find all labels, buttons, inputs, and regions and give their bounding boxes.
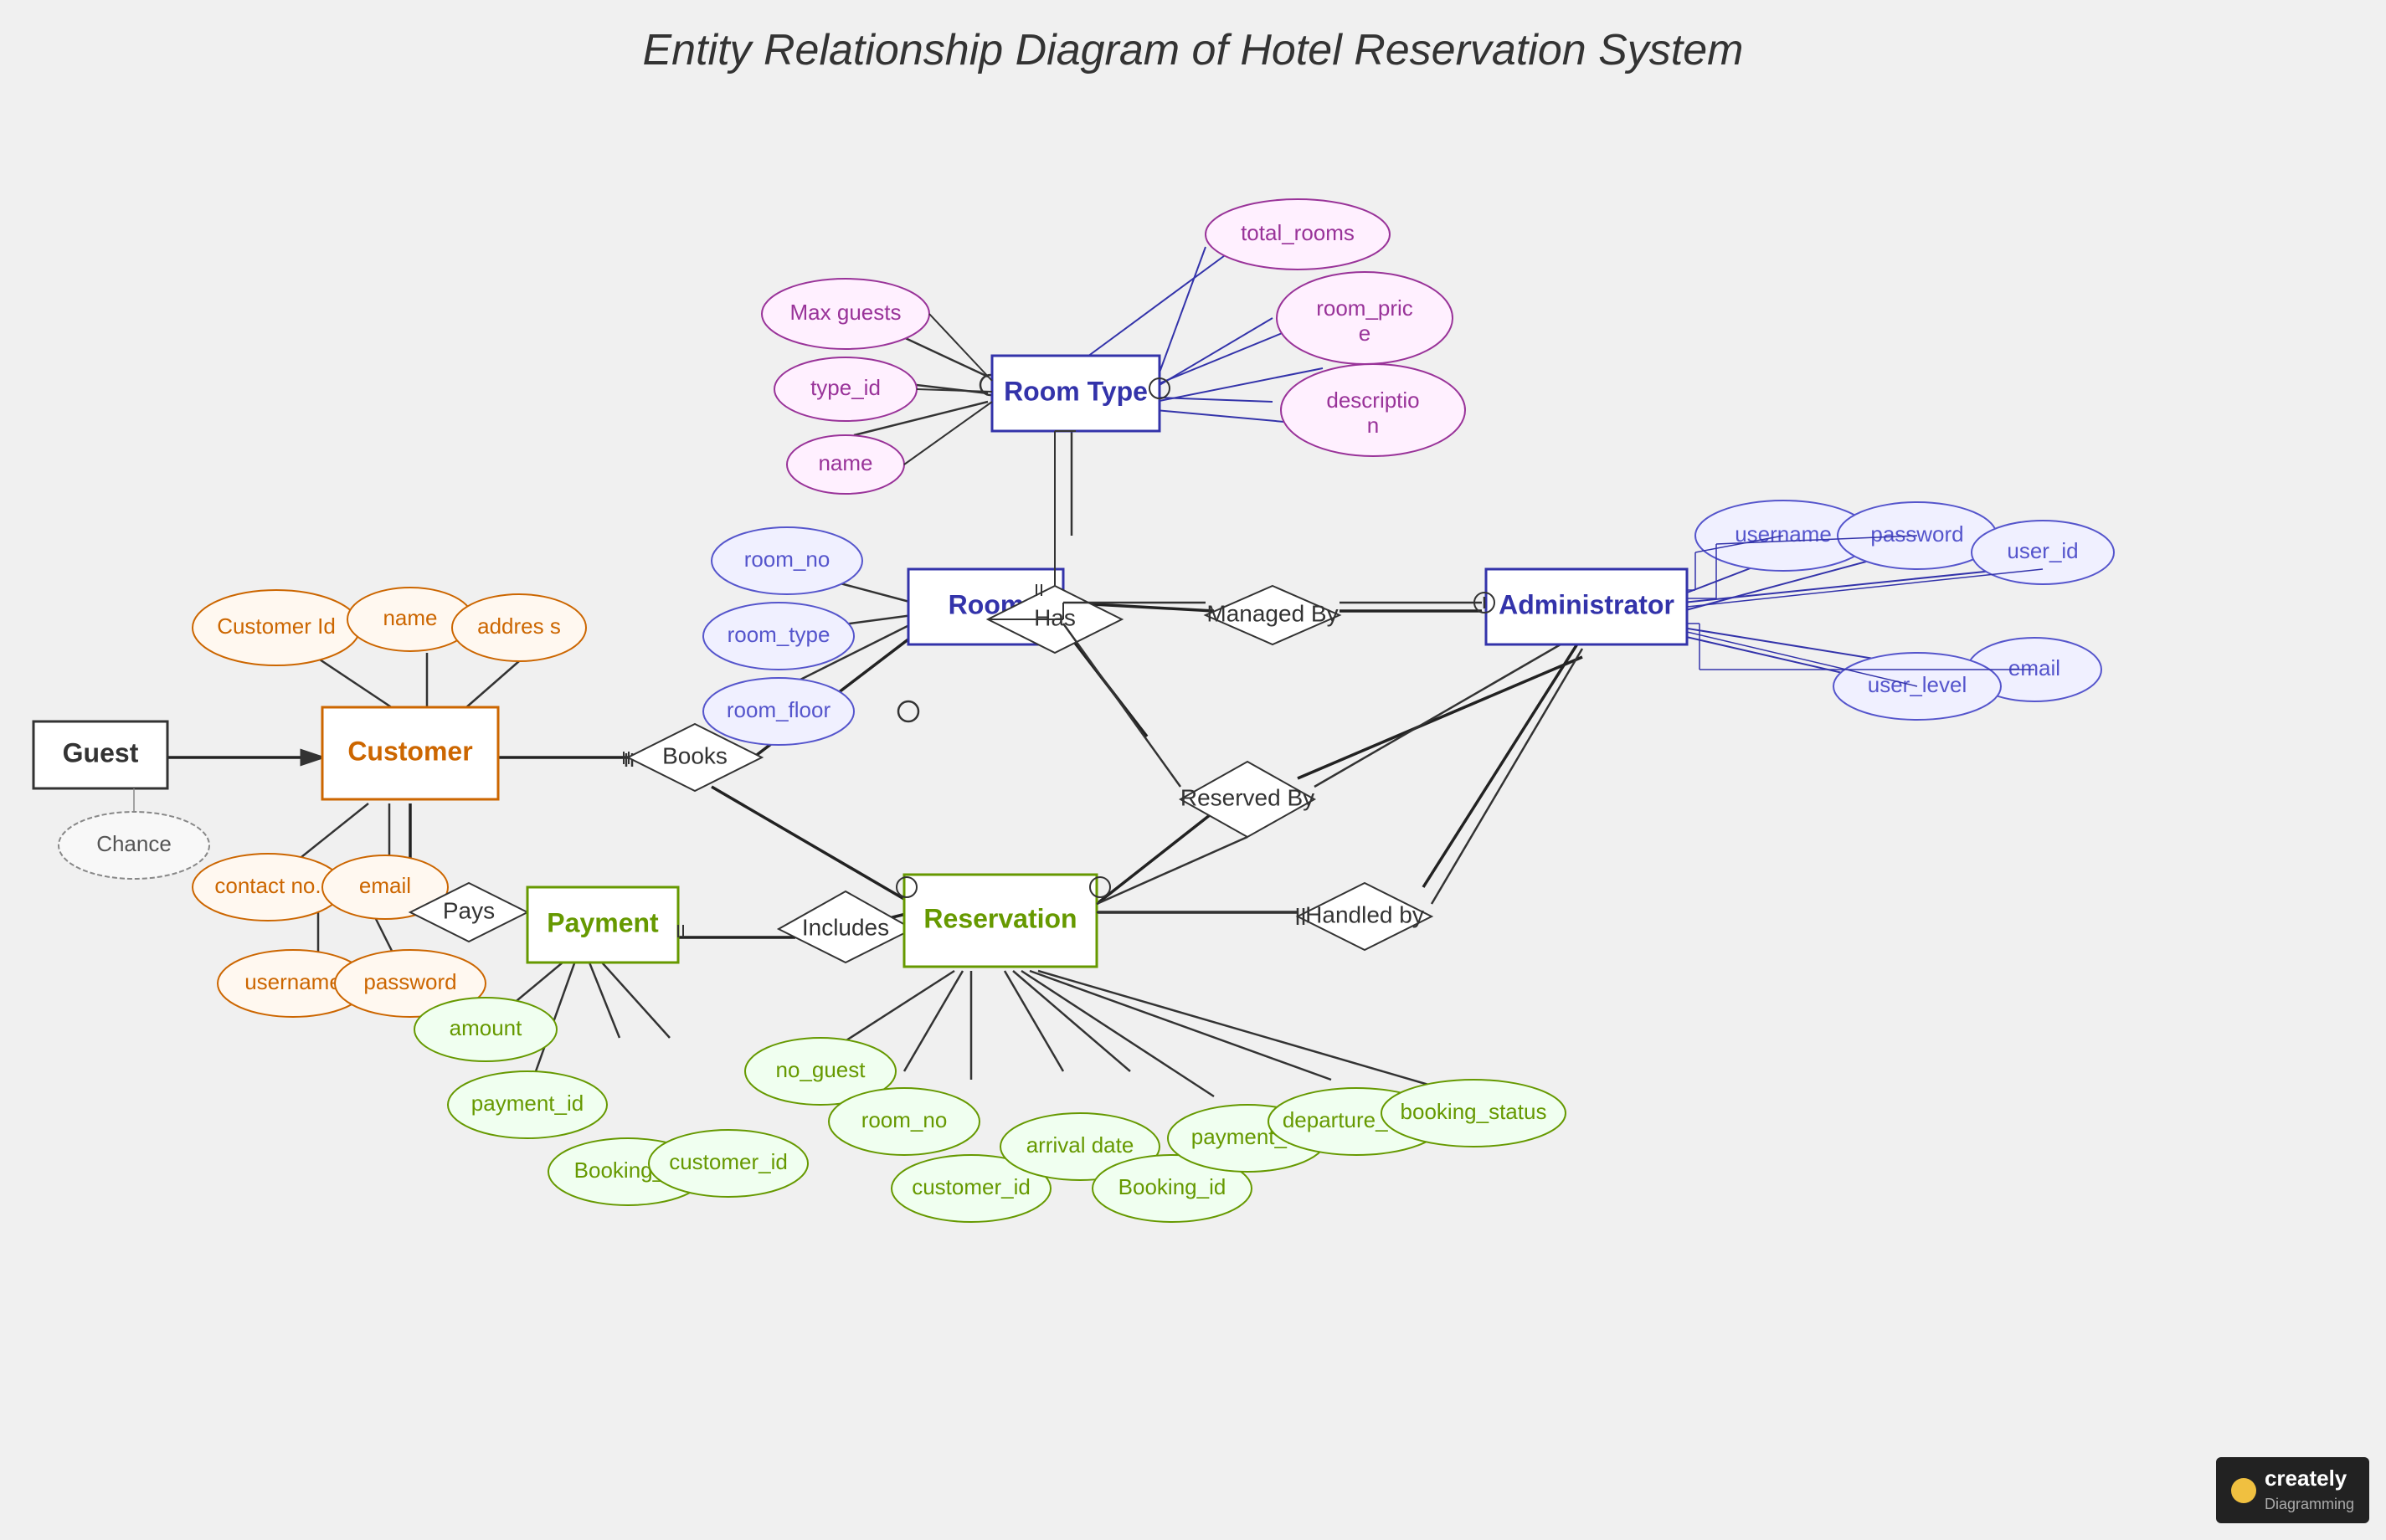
- watermark: creately Diagramming: [2216, 1457, 2369, 1523]
- svg-text:n: n: [1367, 413, 1379, 438]
- description-label: descriptio: [1326, 388, 1419, 413]
- name-label-rt: name: [818, 450, 872, 475]
- totalrooms-label: total_rooms: [1241, 220, 1355, 245]
- address-label: addres s: [477, 613, 561, 639]
- name-label: name: [383, 605, 437, 630]
- guest-label: Guest: [63, 737, 139, 767]
- noguest-label: no_guest: [776, 1057, 866, 1082]
- customerid-label: Customer Id: [217, 613, 336, 639]
- managedby-top-label: Managed By: [1206, 600, 1338, 626]
- brand-sub: Diagramming: [2265, 1496, 2354, 1512]
- typeid-label: type_id: [810, 375, 881, 400]
- customerid-label-res: customer_id: [912, 1174, 1031, 1199]
- username-label-cust: username: [244, 969, 342, 994]
- reservation-label: Reservation: [923, 903, 1077, 933]
- books-label: Books: [662, 742, 728, 768]
- roomprice-label: room_pric: [1316, 295, 1413, 321]
- email-label-admin: email: [2008, 655, 2060, 680]
- administrator-label: Administrator: [1499, 589, 1674, 619]
- payment-label: Payment: [547, 907, 659, 937]
- watermark-text: creately Diagramming: [2265, 1466, 2354, 1515]
- customerid-label-pay: customer_id: [669, 1149, 788, 1174]
- pays-label: Pays: [443, 897, 495, 923]
- paymentid-label-pay: payment_id: [471, 1091, 584, 1116]
- email-label-cust: email: [359, 873, 411, 898]
- watermark-icon: [2231, 1478, 2256, 1503]
- maxguests-label: Max guests: [790, 300, 902, 325]
- brand-name: creately: [2265, 1466, 2347, 1491]
- roomno-label: room_no: [744, 547, 830, 572]
- password-label-admin: password: [1870, 521, 1963, 547]
- svg-text:e: e: [1359, 321, 1370, 346]
- customer-label: Customer: [347, 736, 472, 766]
- diagram-container: Entity Relationship Diagram of Hotel Res…: [0, 0, 2386, 1540]
- userid-label-admin: user_id: [2007, 538, 2078, 563]
- bookingstatus-label: booking_status: [1401, 1099, 1547, 1124]
- bookingid-label-res: Booking_id: [1118, 1174, 1226, 1199]
- has-label: Has: [1034, 604, 1076, 630]
- userlevel-label-admin: user_level: [1868, 672, 1967, 697]
- chance-label: Chance: [96, 831, 172, 856]
- roomtype-label-entity: Room Type: [1004, 376, 1148, 406]
- roomfloor-label: room_floor: [727, 697, 831, 722]
- includes-label: Includes: [802, 914, 889, 940]
- arrivaldate-label: arrival date: [1026, 1132, 1134, 1158]
- handledby-label: Handled by: [1305, 901, 1424, 927]
- password-label-cust: password: [363, 969, 456, 994]
- reservedby-label: Reserved By: [1180, 784, 1314, 810]
- roomtype-label: room_type: [728, 622, 830, 647]
- amount-label: amount: [450, 1015, 522, 1040]
- contactno-label: contact no.: [214, 873, 321, 898]
- roomno-label-res: room_no: [861, 1107, 948, 1132]
